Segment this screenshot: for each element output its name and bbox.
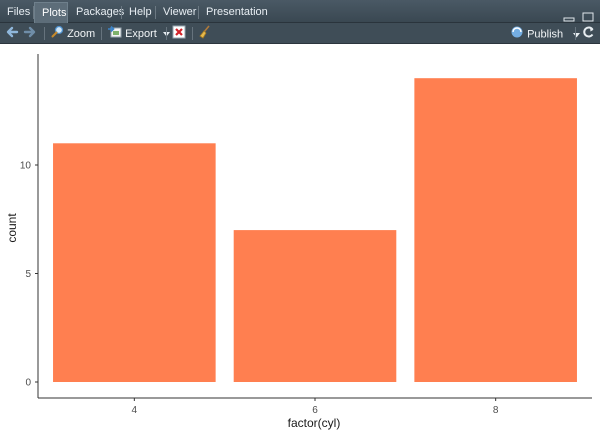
plot-canvas: 0 5 10 4 6 8 factor(cyl) count [5, 54, 592, 430]
x-tick-label: 6 [312, 405, 318, 416]
toolbar-divider [166, 27, 167, 40]
bar-8 [414, 78, 577, 382]
remove-plot-icon [172, 25, 186, 44]
publish-label: Publish [527, 28, 564, 41]
back-arrow-icon[interactable] [5, 25, 19, 41]
tab-presentation[interactable]: Presentation [199, 2, 268, 23]
bar-4 [53, 143, 216, 382]
y-axis-title: count [5, 213, 19, 243]
forward-arrow-icon[interactable] [23, 25, 37, 41]
zoom-icon [51, 25, 64, 43]
remove-plot-button[interactable] [172, 25, 186, 41]
clear-all-plots-button[interactable] [197, 25, 211, 41]
zoom-button[interactable]: Zoom [51, 25, 95, 41]
y-axis-ticks: 0 5 10 [20, 160, 38, 389]
x-axis-ticks: 4 6 8 [132, 398, 499, 416]
x-tick-label: 4 [132, 405, 138, 416]
tab-label: Viewer [163, 6, 197, 18]
publish-button[interactable]: Publish [510, 25, 581, 44]
publish-icon [510, 25, 524, 44]
tab-viewer[interactable]: Viewer [156, 2, 199, 23]
bars-group [53, 78, 577, 382]
tab-label: Files [7, 6, 31, 18]
y-tick-label: 0 [25, 378, 31, 389]
zoom-label: Zoom [67, 28, 96, 40]
tab-label: Packages [76, 6, 125, 18]
plots-toolbar: Zoom Export Publish [0, 23, 600, 44]
export-menu-button[interactable]: Export [107, 25, 170, 41]
y-tick-label: 10 [20, 160, 32, 171]
toolbar-divider [101, 27, 102, 40]
tab-label: Presentation [206, 6, 268, 18]
broom-icon [197, 25, 211, 44]
tab-packages[interactable]: Packages [69, 2, 125, 23]
y-tick-label: 5 [25, 269, 31, 280]
refresh-icon[interactable] [582, 25, 595, 41]
tab-files[interactable]: Files [0, 2, 34, 23]
x-axis-title: factor(cyl) [288, 416, 341, 430]
tab-label: Help [129, 6, 152, 18]
tab-plots[interactable]: Plots [34, 2, 68, 23]
toolbar-divider [44, 27, 45, 40]
x-tick-label: 8 [493, 405, 499, 416]
tab-label: Plots [42, 7, 67, 19]
tab-help[interactable]: Help [122, 2, 156, 23]
bar-6 [233, 230, 397, 382]
export-label: Export [125, 28, 157, 40]
export-icon [107, 25, 122, 43]
pane-tab-bar: Files Plots Packages Help Viewer Present… [0, 0, 600, 23]
toolbar-divider [192, 27, 193, 40]
toolbar-divider [575, 27, 576, 40]
